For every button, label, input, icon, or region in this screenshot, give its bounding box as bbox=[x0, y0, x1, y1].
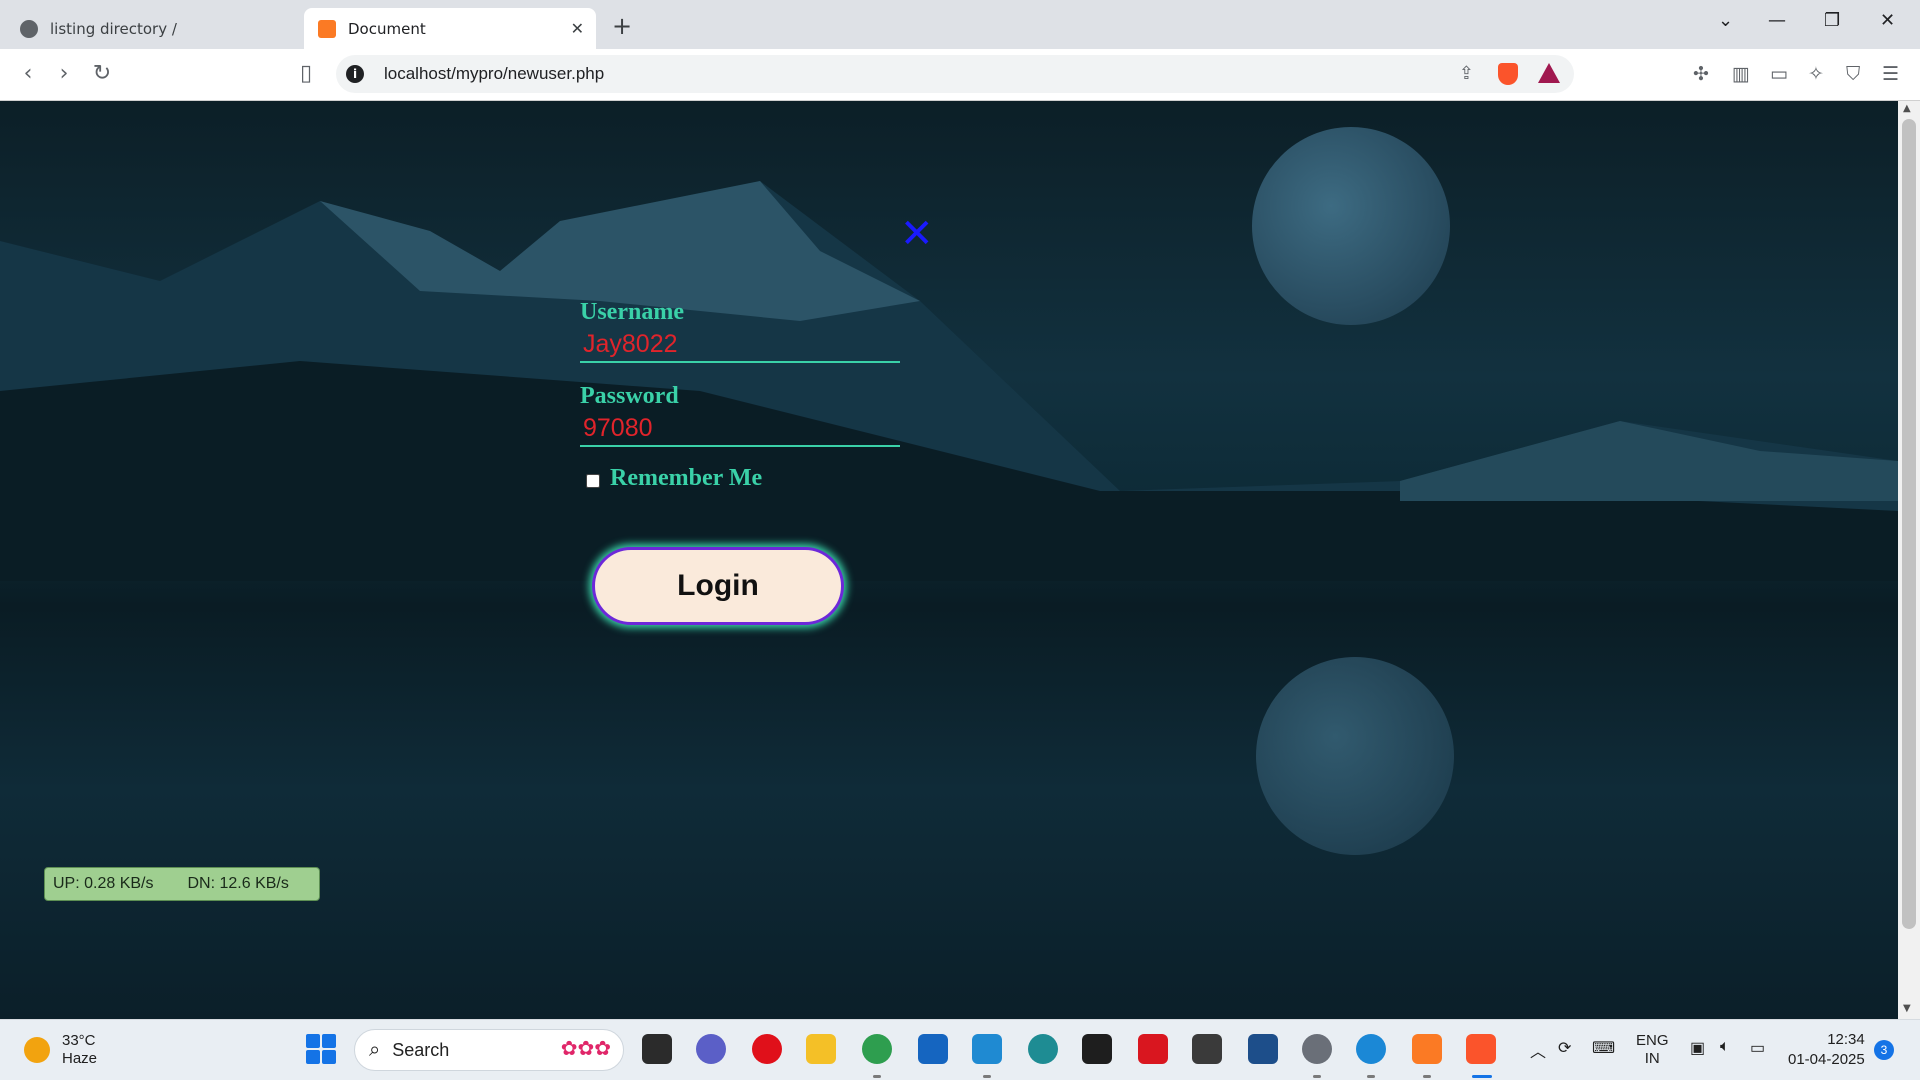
opera-icon[interactable] bbox=[752, 1034, 782, 1064]
tulips-decoration-icon: ✿✿✿ bbox=[560, 1038, 611, 1060]
clock-time: 12:34 bbox=[1827, 1031, 1865, 1048]
upload-speed: UP: 0.28 KB/s bbox=[53, 875, 154, 892]
browser-toolbar: ‹ › ↻ ▯ i localhost/mypro/newuser.php ⇪ … bbox=[0, 49, 1920, 101]
scroll-down-icon[interactable]: ▼ bbox=[1903, 1003, 1911, 1014]
region-code: IN bbox=[1644, 1050, 1660, 1067]
clock-date: 01-04-2025 bbox=[1788, 1051, 1865, 1068]
leo-ai-icon[interactable]: ✧ bbox=[1808, 63, 1824, 85]
weather-condition: Haze bbox=[62, 1050, 98, 1067]
brave-taskbar-icon[interactable] bbox=[1466, 1034, 1496, 1064]
network-icon[interactable]: ▣ bbox=[1690, 1038, 1705, 1058]
mountain-landscape-image bbox=[0, 181, 1898, 581]
scroll-thumb[interactable] bbox=[1902, 119, 1916, 929]
arduino-icon[interactable] bbox=[1028, 1034, 1058, 1064]
volume-icon[interactable]: 🔈︎ bbox=[1720, 1038, 1730, 1056]
remember-me-checkbox[interactable] bbox=[586, 474, 600, 488]
globe-icon bbox=[20, 19, 38, 38]
temperature: 33°C bbox=[62, 1032, 96, 1049]
network-speed-meter: UP: 0.28 KB/s DN: 12.6 KB/s bbox=[44, 867, 320, 901]
running-indicator bbox=[983, 1075, 991, 1078]
sidebar-icon[interactable]: ▥ bbox=[1732, 63, 1750, 85]
sync-icon[interactable]: ⟳ bbox=[1558, 1038, 1571, 1058]
chrome-icon[interactable] bbox=[862, 1034, 892, 1064]
language-code: ENG bbox=[1636, 1032, 1669, 1049]
new-tab-icon[interactable]: + bbox=[612, 12, 632, 40]
moon-reflection-image bbox=[1256, 657, 1454, 855]
back-icon[interactable]: ‹ bbox=[14, 61, 42, 86]
edge-icon[interactable] bbox=[1356, 1034, 1386, 1064]
desktop-window: listing directory / Document ✕ + ⌄ — ❐ ✕… bbox=[0, 0, 1920, 1080]
wallet-icon[interactable]: ▭ bbox=[1770, 63, 1788, 85]
username-label: Username bbox=[580, 299, 684, 325]
running-indicator bbox=[1313, 1075, 1321, 1078]
haze-sun-icon bbox=[24, 1037, 50, 1063]
forward-icon[interactable]: › bbox=[50, 61, 78, 86]
battery-icon[interactable]: ▭ bbox=[1750, 1038, 1765, 1058]
xampp-taskbar-icon[interactable] bbox=[1412, 1034, 1442, 1064]
active-indicator bbox=[1472, 1075, 1492, 1078]
address-bar[interactable]: i localhost/mypro/newuser.php ⇪ bbox=[336, 55, 1574, 93]
moon-image bbox=[1252, 127, 1450, 325]
tab-strip: listing directory / Document ✕ + ⌄ — ❐ ✕ bbox=[0, 0, 1920, 49]
close-form-icon[interactable]: ✕ bbox=[900, 211, 934, 257]
running-indicator bbox=[1367, 1075, 1375, 1078]
password-label: Password bbox=[580, 383, 679, 409]
login-button[interactable]: Login bbox=[592, 547, 844, 625]
autocad-icon[interactable] bbox=[1138, 1034, 1168, 1064]
username-input[interactable] bbox=[580, 327, 900, 363]
notification-badge[interactable]: 3 bbox=[1874, 1040, 1894, 1060]
tab-title: listing directory / bbox=[50, 19, 177, 38]
teams-icon[interactable] bbox=[696, 1034, 726, 1064]
sketchup-icon[interactable] bbox=[1248, 1034, 1278, 1064]
code-blocks-icon[interactable] bbox=[1192, 1034, 1222, 1064]
task-view-icon[interactable] bbox=[642, 1034, 672, 1064]
settings-gear-icon[interactable] bbox=[1302, 1034, 1332, 1064]
file-explorer-icon[interactable] bbox=[806, 1034, 836, 1064]
brave-shields-icon[interactable] bbox=[1498, 63, 1518, 85]
bookmark-icon[interactable]: ▯ bbox=[292, 61, 320, 86]
password-input[interactable] bbox=[580, 411, 900, 447]
windows-taskbar: 33°C Haze ⌕ Search ✿✿✿ ︿ ⟳ ⌨ ENG IN ▣ 🔈︎… bbox=[0, 1019, 1920, 1080]
running-indicator bbox=[1423, 1075, 1431, 1078]
menu-icon[interactable]: ☰ bbox=[1882, 63, 1899, 85]
download-speed: DN: 12.6 KB/s bbox=[187, 875, 289, 892]
xampp-icon bbox=[318, 19, 336, 38]
language-indicator[interactable]: ENG IN bbox=[1636, 1032, 1669, 1068]
vpn-icon[interactable]: ⛉ bbox=[1846, 63, 1860, 85]
page-scrollbar[interactable]: ▲ ▼ bbox=[1898, 101, 1920, 1019]
brave-rewards-icon[interactable] bbox=[1538, 63, 1560, 83]
clock[interactable]: 12:34 01-04-2025 bbox=[1788, 1030, 1865, 1070]
page-viewport: ✕ Username Password Remember Me Login UP… bbox=[0, 101, 1898, 1019]
close-tab-icon[interactable]: ✕ bbox=[571, 19, 584, 38]
reload-icon[interactable]: ↻ bbox=[88, 61, 116, 86]
keyboard-icon[interactable]: ⌨ bbox=[1592, 1038, 1615, 1058]
tab-search-chevron-icon[interactable]: ⌄ bbox=[1718, 10, 1733, 31]
taskbar-search[interactable]: ⌕ Search ✿✿✿ bbox=[354, 1029, 624, 1071]
restore-icon[interactable]: ❐ bbox=[1824, 10, 1840, 31]
search-icon: ⌕ bbox=[369, 1038, 381, 1061]
share-icon[interactable]: ⇪ bbox=[1459, 63, 1474, 84]
tab-listing-directory[interactable]: listing directory / bbox=[8, 8, 298, 49]
close-window-icon[interactable]: ✕ bbox=[1880, 10, 1895, 31]
extensions-icon[interactable]: ✣ bbox=[1693, 63, 1709, 85]
figma-icon[interactable] bbox=[1082, 1034, 1112, 1064]
scroll-up-icon[interactable]: ▲ bbox=[1903, 103, 1911, 114]
microsoft-store-icon[interactable] bbox=[918, 1034, 948, 1064]
weather-widget[interactable]: 33°C Haze bbox=[24, 1032, 97, 1068]
vscode-icon[interactable] bbox=[972, 1034, 1002, 1064]
minimize-icon[interactable]: — bbox=[1768, 10, 1786, 31]
start-button-icon[interactable] bbox=[306, 1034, 336, 1064]
site-info-icon[interactable]: i bbox=[346, 65, 364, 83]
url-text[interactable]: localhost/mypro/newuser.php bbox=[384, 64, 604, 84]
tab-title: Document bbox=[348, 19, 426, 38]
running-indicator bbox=[873, 1075, 881, 1078]
tab-document[interactable]: Document ✕ bbox=[304, 8, 596, 49]
remember-me-label: Remember Me bbox=[610, 465, 763, 491]
show-hidden-icons-chevron-icon[interactable]: ︿ bbox=[1530, 1038, 1546, 1062]
search-placeholder: Search bbox=[392, 1039, 450, 1060]
